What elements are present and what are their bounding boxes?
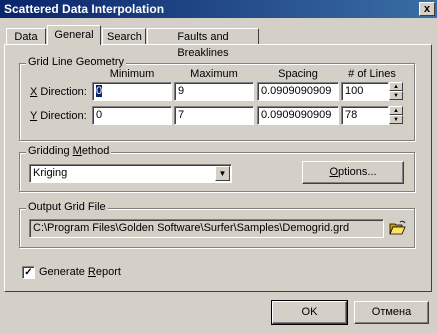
- tab-faults-breaklines[interactable]: Faults and Breaklines: [147, 28, 259, 59]
- title-bar: Scattered Data Interpolation x: [0, 0, 437, 18]
- output-grid-file-title: Output Grid File: [26, 201, 108, 213]
- grid-line-geometry-title: Grid Line Geometry: [26, 56, 126, 68]
- spin-down-icon[interactable]: ▼: [389, 91, 403, 100]
- options-button[interactable]: Options...: [302, 161, 404, 184]
- tab-search[interactable]: Search: [102, 28, 146, 44]
- generate-report-checkbox[interactable]: ✓: [22, 266, 35, 279]
- gridding-method-mnemonic: M: [72, 145, 82, 157]
- generate-report-mnemonic: R: [87, 266, 96, 278]
- y-minimum-input[interactable]: 0: [92, 106, 172, 125]
- spin-down-icon[interactable]: ▼: [389, 115, 403, 124]
- generate-report-label-pre: Generate: [39, 266, 88, 278]
- x-maximum-input[interactable]: 9: [174, 82, 254, 101]
- options-mnemonic: O: [329, 166, 339, 178]
- x-direction-label-text: Direction:: [37, 86, 87, 98]
- y-spacing-input[interactable]: 0.0909090909: [257, 106, 339, 125]
- generate-report-label-post: eport: [95, 266, 121, 278]
- y-maximum-input[interactable]: 7: [174, 106, 254, 125]
- gridding-method-title-post: ethod: [81, 145, 110, 157]
- x-spacing-input[interactable]: 0.0909090909: [257, 82, 339, 101]
- header-spacing: Spacing: [278, 68, 318, 80]
- spin-up-icon[interactable]: ▲: [389, 106, 403, 115]
- spin-up-icon[interactable]: ▲: [389, 82, 403, 91]
- x-lines-input[interactable]: 100: [341, 82, 389, 101]
- tab-general[interactable]: General: [47, 25, 101, 45]
- generate-report-label: Generate Report: [39, 266, 121, 278]
- gridding-method-value: Kriging: [33, 167, 68, 179]
- tab-data[interactable]: Data: [6, 28, 46, 44]
- header-minimum: Minimum: [109, 68, 155, 80]
- x-minimum-input[interactable]: 0: [92, 82, 172, 101]
- cancel-button[interactable]: Отмена: [354, 301, 429, 324]
- y-direction-label-text: Direction:: [37, 110, 87, 122]
- y-lines-spinner[interactable]: ▲ ▼: [389, 106, 403, 125]
- close-icon[interactable]: x: [419, 2, 435, 16]
- gridding-method-title: Gridding Method: [26, 145, 112, 157]
- x-direction-label: X Direction:: [30, 86, 87, 98]
- output-path-field[interactable]: C:\Program Files\Golden Software\Surfer\…: [29, 219, 384, 238]
- options-label: ptions...: [338, 166, 377, 178]
- chevron-down-icon[interactable]: ▼: [215, 166, 230, 181]
- y-direction-label: Y Direction:: [30, 110, 87, 122]
- tab-general-label: General: [54, 29, 94, 41]
- y-lines-input[interactable]: 78: [341, 106, 389, 125]
- gridding-method-title-pre: Gridding: [28, 145, 73, 157]
- x-minimum-value: 0: [96, 85, 103, 97]
- folder-open-icon[interactable]: [389, 220, 407, 236]
- header-lines: # of Lines: [348, 68, 396, 80]
- gridding-method-select[interactable]: Kriging ▼: [29, 164, 232, 183]
- header-maximum: Maximum: [190, 68, 238, 80]
- window-title: Scattered Data Interpolation: [4, 2, 165, 16]
- ok-button[interactable]: OK: [271, 300, 348, 325]
- x-lines-spinner[interactable]: ▲ ▼: [389, 82, 403, 101]
